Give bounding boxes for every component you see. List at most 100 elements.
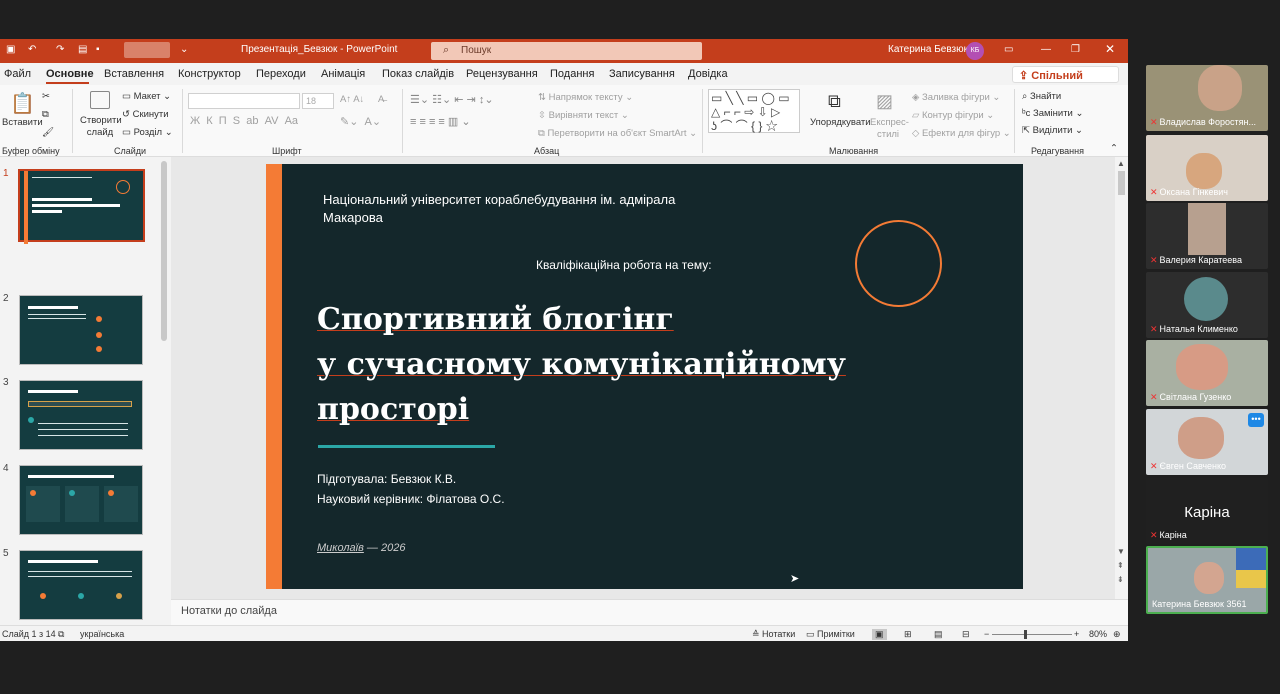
zoom-level[interactable]: 80% [1089,629,1107,639]
shape-outline-button[interactable]: ▱ Контур фігури ⌄ [912,110,994,121]
next-slide-icon[interactable]: ⇟ [1117,575,1124,584]
slideshow-icon[interactable]: ⊟ [962,629,970,640]
tab-insert[interactable]: Вставлення [104,68,164,80]
font-format-icons[interactable]: Ж К П S ab AV Aa [190,115,298,127]
align-icons[interactable]: ≡ ≡ ≡ ≡ ▥ ⌄ [410,115,471,128]
quick-styles-button[interactable]: Експрес-стилі [870,117,909,141]
zoom-slider[interactable] [992,634,1072,635]
ribbon-display-icon[interactable]: ▭ [1004,44,1013,55]
collapse-ribbon-icon[interactable]: ⌃ [1110,143,1118,154]
zoom-out-icon[interactable]: − [984,629,989,639]
thumbnails-scrollbar[interactable] [158,157,170,625]
more-options-icon[interactable]: ••• [1248,413,1264,427]
share-icon: ⇪ [1019,70,1032,82]
participant-tile[interactable]: Каріна ✕ Каріна [1146,478,1268,544]
notes-button[interactable]: ≙ Нотатки [752,629,795,640]
language-label[interactable]: українська [80,629,124,639]
highlight-color-icons[interactable]: ✎⌄ A⌄ [340,115,381,128]
tab-slideshow[interactable]: Показ слайдів [382,68,454,80]
restore-icon[interactable]: ❐ [1071,44,1080,55]
tab-review[interactable]: Рецензування [466,68,538,80]
section-button[interactable]: ▭ Розділ ⌄ [122,127,173,138]
font-name-input[interactable] [188,93,300,109]
tab-recording[interactable]: Записування [609,68,675,80]
prev-slide-icon[interactable]: ⇞ [1117,561,1124,570]
tab-design[interactable]: Конструктор [178,68,241,80]
slide-thumbnail-1[interactable] [18,169,145,244]
canvas-scrollbar[interactable]: ▲ ▼ ⇞ ⇟ [1115,157,1128,625]
undo-icon[interactable]: ↶ [28,44,36,55]
zoom-in-icon[interactable]: + [1074,629,1079,639]
canvas-scroll-thumb[interactable] [1118,171,1125,195]
slide-sorter-icon[interactable]: ⊞ [904,629,912,640]
drawing-group-label: Малювання [829,146,879,156]
find-button[interactable]: ⌕ Знайти [1022,91,1061,102]
shape-effects-button[interactable]: ◇ Ефекти для фігур ⌄ [912,128,1011,139]
tab-animations[interactable]: Анімація [321,68,365,80]
clear-format-icon[interactable]: A̶ [378,94,384,105]
arrange-button[interactable]: Упорядкувати [810,117,871,128]
layout-button[interactable]: ▭ Макет ⌄ [122,91,171,102]
comments-button[interactable]: ▭ Примітки [806,629,855,640]
tab-help[interactable]: Довідка [688,68,728,80]
replace-button[interactable]: ᵇc Замінити ⌄ [1022,108,1083,119]
font-size-input[interactable]: 18 [302,93,334,109]
align-text-button[interactable]: ⇳ Вирівняти текст ⌄ [538,110,629,121]
slide-thumbnail-3[interactable] [19,380,143,450]
shapes-gallery[interactable]: ▭ ╲ ╲ ▭ ◯ ▭ △ ⌐ ⌐ ⇨ ⇩ ▷ ʖ ⌒ ⌒ { } ☆ [708,89,800,133]
paste-icon[interactable]: 📋 [10,91,35,116]
participant-tile[interactable]: ✕ Оксана Гінкевич [1146,135,1268,201]
fit-slide-icon[interactable]: ⊕ [1113,629,1121,640]
participant-face [1194,562,1224,594]
cut-icon[interactable]: ✂ [42,91,50,102]
accessibility-icon[interactable]: ⧉ [58,629,64,640]
copy-icon[interactable]: ⧉ [42,109,49,120]
participant-tile[interactable]: ✕ Владислав Форостян... [1146,65,1268,131]
customize-qat-icon[interactable]: ⌄ [180,44,188,55]
zoom-slider-thumb[interactable] [1024,630,1027,639]
slide-thumbnail-4[interactable] [19,465,143,535]
paste-button[interactable]: Вставити [2,117,43,128]
smartart-button[interactable]: ⧉ Перетворити на об'єкт SmartArt ⌄ [538,128,697,139]
minimize-icon[interactable]: — [1041,44,1051,55]
shape-fill-button[interactable]: ◈ Заливка фігури ⌄ [912,92,1000,103]
new-slide-icon[interactable] [90,91,110,109]
participant-tile-self[interactable]: Катерина Бевзюк 3561 [1146,546,1268,614]
quick-access-box[interactable] [124,42,170,58]
slide-thumbnail-2[interactable] [19,295,143,365]
format-painter-icon[interactable]: 🖌 [42,127,54,138]
slide-thumbnail-5[interactable] [19,550,143,620]
tab-file[interactable]: Файл [4,68,31,80]
thumbnails-scroll-thumb[interactable] [161,161,167,341]
notes-pane[interactable]: Нотатки до слайда [171,599,1128,625]
tab-transitions[interactable]: Переходи [256,68,306,80]
scroll-down-icon[interactable]: ▼ [1117,547,1125,556]
search-input[interactable]: ⌕ Пошук [431,42,702,60]
participant-tile[interactable]: ✕ Валерия Каратеева [1146,203,1268,269]
arrange-icon[interactable]: ⧉ [828,91,841,112]
user-avatar[interactable]: КБ [966,42,984,60]
tab-home[interactable]: Основне [46,68,94,80]
new-slide-button[interactable]: Створити слайд [80,115,122,139]
increase-font-icon[interactable]: A↑ A↓ [340,94,364,105]
slide-preview[interactable]: Національний університет кораблебудуванн… [266,164,1023,589]
share-button[interactable]: ⇪ Спільний доступ [1012,66,1119,94]
text-direction-button[interactable]: ⇅ Напрямок тексту ⌄ [538,92,633,103]
tab-view[interactable]: Подання [550,68,594,80]
participant-tile[interactable]: ✕ Світлана Гузенко [1146,340,1268,406]
select-button[interactable]: ⇱ Виділити ⌄ [1022,125,1083,136]
editing-group-label: Редагування [1031,146,1084,156]
present-icon[interactable]: ▤ [78,44,87,55]
redo-icon[interactable]: ↷ [56,44,64,55]
normal-view-icon[interactable]: ▣ [872,629,887,640]
quick-styles-icon[interactable]: ▨ [876,91,893,112]
close-icon[interactable]: ✕ [1105,42,1115,56]
reading-view-icon[interactable]: ▤ [934,629,943,640]
participant-tile[interactable]: ✕ Наталья Клименко [1146,272,1268,338]
participant-tile[interactable]: ••• ✕ Євген Савченко [1146,409,1268,475]
scroll-up-icon[interactable]: ▲ [1117,159,1125,168]
list-icons[interactable]: ☰⌄ ☷⌄ ⇤ ⇥ ↕⌄ [410,93,494,106]
from-start-icon[interactable]: ▪ [96,44,100,55]
reset-button[interactable]: ↺ Скинути [122,109,169,120]
save-icon[interactable]: ▣ [6,44,15,55]
